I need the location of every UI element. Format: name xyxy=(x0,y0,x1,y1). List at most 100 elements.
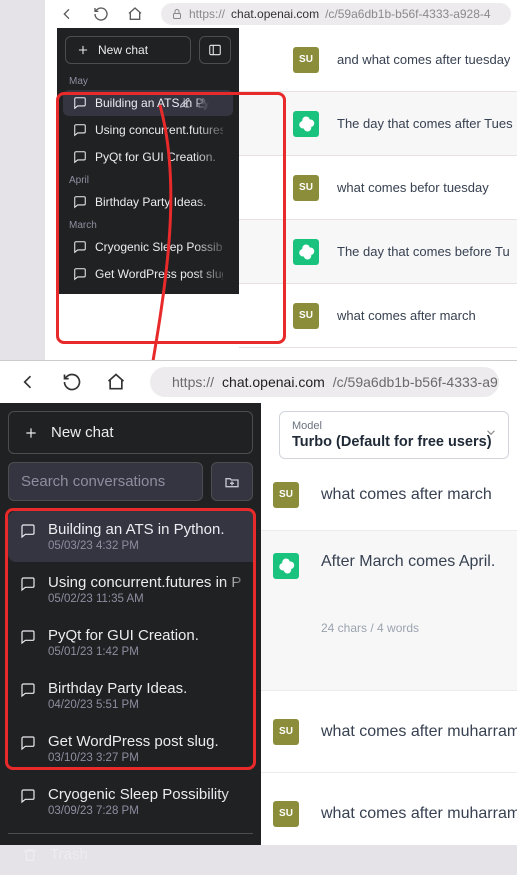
big-sidebar: New chat Search conversations Building a… xyxy=(0,403,261,845)
plus-icon xyxy=(76,43,90,57)
month-march: March xyxy=(57,216,239,233)
month-april: April xyxy=(57,171,239,188)
address-bar-small[interactable]: https://chat.openai.com/c/59a6db1b-b56f-… xyxy=(161,3,511,25)
mini-sidebar: New chat May Building an ATS in Py xyxy=(57,28,239,294)
hide-sidebar-button[interactable] xyxy=(199,36,231,64)
conv-item[interactable]: Building an ATS in Python. 05/03/23 4:32 … xyxy=(8,511,253,562)
conv-title: Building an ATS in Python. xyxy=(48,521,225,538)
msg-row: The day that comes before Tu xyxy=(239,220,517,284)
new-chat-label: New chat xyxy=(98,43,148,57)
chat-icon xyxy=(20,682,36,698)
conv-item[interactable]: Using concurrent.futures in P05/02/23 11… xyxy=(8,564,253,615)
reload-icon[interactable] xyxy=(93,6,109,22)
conv-item[interactable]: Birthday Party Ideas. 04/20/23 5:51 PM xyxy=(8,670,253,721)
chat-icon xyxy=(20,735,36,751)
mini-conv-item[interactable]: Get WordPress post slug. xyxy=(63,261,233,287)
assistant-avatar xyxy=(293,239,319,265)
address-bar-big[interactable]: https:// chat.openai.com/c/59a6db1b-b56f-… xyxy=(150,367,499,397)
trash-icon xyxy=(22,847,38,863)
mini-chat-pane: SU and what comes after tuesday The day … xyxy=(239,28,517,360)
conv-title: Using concurrent.futures in P xyxy=(48,574,241,591)
assistant-avatar xyxy=(293,111,319,137)
chat-icon xyxy=(20,576,36,592)
big-chat-pane: Model Turbo (Default for free users) SU … xyxy=(261,403,517,845)
plus-icon xyxy=(23,425,39,441)
conv-date: 03/10/23 3:27 PM xyxy=(48,752,219,764)
conv-date: 04/20/23 5:51 PM xyxy=(48,699,187,711)
mini-conv-item[interactable]: PyQt for GUI Creation. xyxy=(63,144,233,170)
msg-text: what comes after muharram xyxy=(321,723,517,741)
chat-icon xyxy=(73,195,87,209)
conv-item[interactable]: Get WordPress post slug. 03/10/23 3:27 PM xyxy=(8,723,253,774)
panel-icon xyxy=(208,43,222,57)
trash-button[interactable]: Trash xyxy=(8,833,253,875)
assistant-avatar xyxy=(273,553,299,579)
conv-title: Birthday Party Ideas. xyxy=(95,195,206,209)
month-may: May xyxy=(57,72,239,89)
msg-row: SU what comes after march xyxy=(261,459,517,531)
user-avatar: SU xyxy=(273,801,299,827)
back-icon[interactable] xyxy=(59,6,75,22)
conv-date: 03/09/23 7:28 PM xyxy=(48,805,229,817)
chevron-down-icon xyxy=(484,426,498,445)
msg-text: and what comes after tuesday xyxy=(337,52,510,67)
new-chat-label: New chat xyxy=(51,424,114,441)
model-label: Model xyxy=(292,420,496,432)
new-chat-button[interactable]: New chat xyxy=(65,36,191,64)
user-avatar: SU xyxy=(293,47,319,73)
new-chat-button[interactable]: New chat xyxy=(8,411,253,454)
conv-date: 05/01/23 1:42 PM xyxy=(48,646,199,658)
user-avatar: SU xyxy=(273,482,299,508)
reload-icon[interactable] xyxy=(62,372,82,392)
edit-icon[interactable] xyxy=(179,97,191,109)
mini-conv-item[interactable]: Birthday Party Ideas. xyxy=(63,189,233,215)
mini-conv-item[interactable]: Cryogenic Sleep Possibility xyxy=(63,234,233,260)
chat-icon xyxy=(20,523,36,539)
search-input[interactable]: Search conversations xyxy=(8,462,203,501)
conv-title: Birthday Party Ideas. xyxy=(48,680,187,697)
msg-meta: 24 chars / 4 words xyxy=(321,621,495,635)
back-icon[interactable] xyxy=(18,372,38,392)
add-folder-button[interactable] xyxy=(211,462,253,501)
url-path: /c/59a6db1b-b56f-4333-a928 xyxy=(333,374,499,390)
url-prefix: https:// xyxy=(189,7,225,21)
conv-title: PyQt for GUI Creation. xyxy=(48,627,199,644)
bottom-browser-bar: https:// chat.openai.com/c/59a6db1b-b56f-… xyxy=(0,361,517,403)
chat-icon xyxy=(73,240,87,254)
conv-title: Get WordPress post slug. xyxy=(48,733,219,750)
msg-text: what comes befor tuesday xyxy=(337,180,489,195)
model-selector[interactable]: Model Turbo (Default for free users) xyxy=(279,411,509,459)
chat-icon xyxy=(73,267,87,281)
msg-row: SU what comes after muharram xyxy=(261,691,517,773)
chat-icon xyxy=(73,150,87,164)
search-placeholder: Search conversations xyxy=(21,473,165,490)
chat-icon xyxy=(73,96,87,110)
mini-conv-item[interactable]: Building an ATS in Py xyxy=(63,90,233,116)
msg-row: SU what comes after march xyxy=(239,284,517,348)
msg-text: what comes after muharram xyxy=(321,805,517,823)
chat-icon xyxy=(73,123,87,137)
model-value: Turbo (Default for free users) xyxy=(292,434,496,450)
msg-row: SU and what comes after tuesday xyxy=(239,28,517,92)
conv-item[interactable]: PyQt for GUI Creation. 05/01/23 1:42 PM xyxy=(8,617,253,668)
lock-icon xyxy=(171,8,183,20)
url-host: chat.openai.com xyxy=(222,374,325,390)
msg-text: what comes after march xyxy=(321,486,492,504)
top-window: https://chat.openai.com/c/59a6db1b-b56f-… xyxy=(45,0,517,360)
home-icon[interactable] xyxy=(127,6,143,22)
msg-row: SU what comes after muharram xyxy=(261,773,517,845)
url-prefix: https:// xyxy=(172,374,214,390)
conv-date: 05/03/23 4:32 PM xyxy=(48,540,225,552)
top-browser-bar: https://chat.openai.com/c/59a6db1b-b56f-… xyxy=(45,0,517,28)
chat-icon xyxy=(20,629,36,645)
user-avatar: SU xyxy=(293,175,319,201)
user-avatar: SU xyxy=(273,719,299,745)
home-icon[interactable] xyxy=(106,372,126,392)
chat-icon xyxy=(20,788,36,804)
trash-label: Trash xyxy=(50,846,88,863)
mini-conv-item[interactable]: Using concurrent.futures in Py xyxy=(63,117,233,143)
conv-item[interactable]: Cryogenic Sleep Possibility03/09/23 7:28… xyxy=(8,776,253,827)
user-avatar: SU xyxy=(293,303,319,329)
msg-row: The day that comes after Tues xyxy=(239,92,517,156)
folder-plus-icon xyxy=(224,474,240,490)
